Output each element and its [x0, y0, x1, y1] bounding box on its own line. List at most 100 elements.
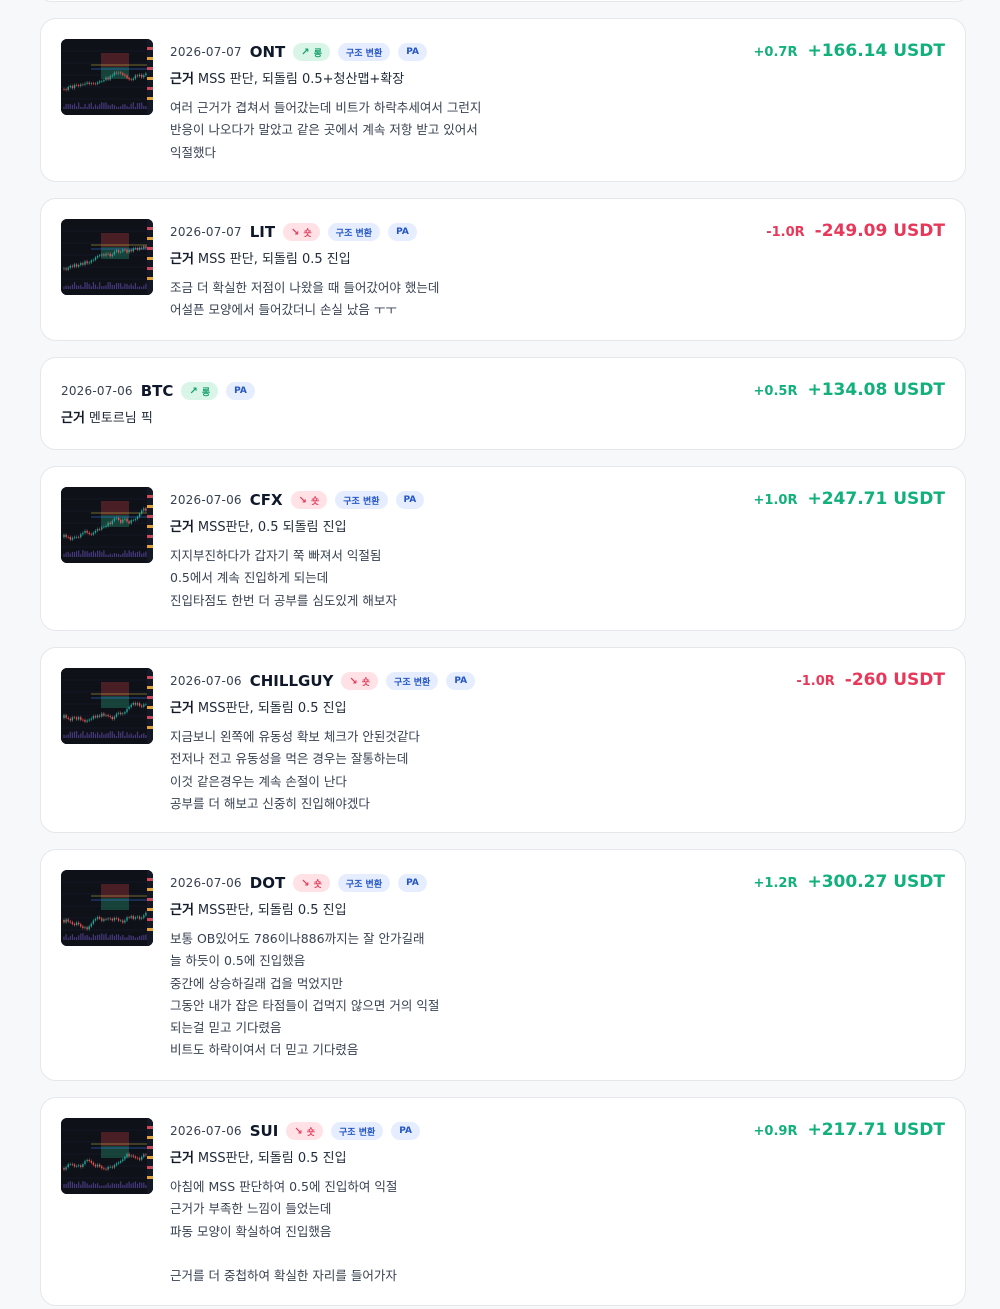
chart-thumbnail[interactable] — [61, 668, 153, 744]
note-line: 지지부진하다가 갑자기 쭉 빠져서 익절됨 — [170, 548, 382, 563]
pnl-amount: -249.09 USDT — [814, 221, 945, 241]
trend-down-icon: ↘ — [291, 226, 300, 238]
trade-result: -1.0R -260 USDT — [796, 670, 945, 690]
basis-text: MSS판단, 되돌림 0.5 진입 — [197, 903, 347, 918]
trade-symbol: SUI — [249, 1122, 279, 1140]
note-line: 아침에 MSS 판단하여 0.5에 진입하여 익절 — [170, 1179, 398, 1194]
trade-notes: 여러 근거가 겹쳐서 들어갔는데 비트가 하락추세여서 그런지반응이 나오다가 … — [170, 97, 945, 164]
trade-result: +1.0R +247.71 USDT — [754, 489, 945, 509]
trend-up-icon: ↗ — [301, 46, 310, 58]
direction-badge: ↗ 롱 — [293, 43, 330, 61]
note-line: 반응이 나오다가 말았고 같은 곳에서 계속 저항 받고 있어서 — [170, 122, 478, 138]
trade-symbol: LIT — [249, 223, 276, 241]
previous-trade-card — [40, 0, 968, 2]
pnl-amount: +300.27 USDT — [807, 872, 945, 892]
trade-symbol: DOT — [249, 874, 286, 892]
trade-symbol: CFX — [249, 491, 283, 509]
tag-badge: 구조 변환 — [337, 874, 391, 892]
trend-up-icon: ↗ — [189, 385, 198, 397]
tag-badge: PA — [391, 1122, 421, 1140]
trade-basis: 근거 MSS판단, 되돌림 0.5 진입 — [170, 699, 945, 719]
pnl-amount: +247.71 USDT — [807, 489, 945, 509]
r-multiple: +1.2R — [753, 876, 798, 891]
trade-notes: 아침에 MSS 판단하여 0.5에 진입하여 익절 근거가 부족한 느낌이 들었는… — [170, 1176, 945, 1287]
r-multiple: -1.0R — [796, 674, 835, 689]
chart-thumbnail[interactable] — [61, 870, 153, 946]
note-line: 늘 하듯이 0.5에 진입했음 — [170, 953, 306, 969]
chart-thumbnail[interactable] — [61, 219, 153, 295]
note-line: 진입타점도 한번 더 공부를 심도있게 해보자 — [170, 592, 397, 608]
trend-down-icon: ↘ — [298, 494, 307, 506]
direction-badge: ↘ 숏 — [341, 672, 379, 690]
basis-label: 근거 — [170, 72, 194, 87]
note-line: 파동 모양이 확실하여 진입했음 — [170, 1223, 332, 1239]
chart-thumbnail-image — [61, 487, 153, 563]
trade-content: 2026-07-06 SUI ↘ 숏 구조 변환 PA 근거 MSS판단, 되돌림 0.5 진… — [170, 1120, 945, 1287]
trade-symbol: CHILLGUY — [249, 672, 334, 690]
tag-badge: 구조 변환 — [386, 672, 439, 690]
trade-card[interactable]: 2026-07-06 CHILLGUY ↘ 숏 구조 변환 PA 근거 MSS판단, 되돌림 … — [40, 647, 966, 833]
chart-thumbnail[interactable] — [61, 487, 153, 563]
chart-thumbnail[interactable] — [61, 39, 153, 115]
trade-date: 2026-07-06 — [170, 674, 242, 688]
tag-badge: PA — [388, 223, 417, 241]
trade-content: 2026-07-06 CHILLGUY ↘ 숏 구조 변환 PA 근거 MSS판단, 되돌림 … — [170, 670, 945, 815]
tag-badge: PA — [398, 43, 427, 61]
tag-badge: 구조 변환 — [337, 43, 391, 61]
note-line: 중간에 상승하길래 겁을 먹었지만 — [170, 975, 343, 991]
direction-label: 숏 — [306, 1127, 315, 1138]
trade-basis: 근거 MSS 판단, 되돌림 0.5+청산맵+확장 — [170, 70, 945, 90]
tag-badge: PA — [226, 382, 255, 400]
r-multiple: +1.0R — [753, 493, 798, 508]
trade-basis: 근거 멘토르님 픽 — [61, 409, 945, 429]
trade-date: 2026-07-06 — [170, 876, 242, 890]
basis-text: MSS판단, 0.5 되돌림 진입 — [197, 520, 347, 535]
note-line: 어설픈 모양에서 들어갔더니 손실 났음 ㅜㅜ — [170, 302, 397, 318]
basis-label: 근거 — [170, 701, 194, 716]
trade-symbol: ONT — [249, 43, 286, 61]
r-multiple: +0.7R — [753, 45, 798, 60]
direction-badge: ↗ 롱 — [181, 382, 219, 400]
chart-thumbnail-image — [61, 668, 153, 744]
trade-basis: 근거 MSS판단, 0.5 되돌림 진입 — [170, 518, 945, 538]
trade-card[interactable]: 2026-07-06 BTC ↗ 롱 PA 근거 멘토르님 픽 +0.5R +134.08 US… — [40, 357, 966, 450]
chart-thumbnail-image — [61, 870, 153, 946]
direction-badge: ↘ 숏 — [283, 223, 320, 241]
trade-card[interactable]: 2026-07-07 LIT ↘ 숏 구조 변환 PA 근거 MSS 판단, 되돌림 0.5 … — [40, 198, 966, 341]
basis-text: MSS 판단, 되돌림 0.5+청산맵+확장 — [197, 72, 405, 87]
trade-card[interactable]: 2026-07-06 DOT ↘ 숏 구조 변환 PA 근거 MSS판단, 되돌림 0.5 진… — [40, 849, 966, 1081]
note-line: 여러 근거가 겹쳐서 들어갔는데 비트가 하락추세여서 그런지 — [170, 100, 482, 115]
r-multiple: +0.9R — [753, 1124, 798, 1139]
pnl-amount: +166.14 USDT — [807, 41, 945, 61]
note-line: 그동안 내가 잡은 타점들이 겁먹지 않으면 거의 익절 — [170, 997, 440, 1013]
basis-text: 멘토르님 픽 — [88, 411, 153, 426]
note-line: 전저나 전고 유동성을 먹은 경우는 잘통하는데 — [170, 751, 409, 767]
basis-label: 근거 — [61, 411, 85, 426]
trade-notes: 조금 더 확실한 저점이 나왔을 때 들어갔어야 했는데어설픈 모양에서 들어갔… — [170, 277, 945, 322]
trade-content: 2026-07-06 DOT ↘ 숏 구조 변환 PA 근거 MSS판단, 되돌림 0.5 진… — [170, 872, 945, 1062]
trade-notes: 지지부진하다가 갑자기 쭉 빠져서 익절됨 0.5에서 계속 진입하게 되는데 진입… — [170, 545, 945, 612]
chart-thumbnail[interactable] — [61, 1118, 153, 1194]
trade-card[interactable]: 2026-07-06 SUI ↘ 숏 구조 변환 PA 근거 MSS판단, 되돌림 0.5 진… — [40, 1097, 966, 1306]
trade-basis: 근거 MSS판단, 되돌림 0.5 진입 — [170, 1149, 945, 1169]
trade-notes: 보통 OB있어도 786이나886까지는 잘 안가길래 늘 하듯이 0.5에 진입… — [170, 928, 945, 1062]
direction-label: 숏 — [303, 228, 312, 239]
basis-text: MSS판단, 되돌림 0.5 진입 — [197, 701, 347, 716]
trade-card[interactable]: 2026-07-07 ONT ↗ 롱 구조 변환 PA 근거 MSS 판단, 되돌림 0.5+… — [40, 18, 966, 182]
basis-text: MSS 판단, 되돌림 0.5 진입 — [197, 252, 351, 267]
basis-text: MSS판단, 되돌림 0.5 진입 — [197, 1151, 347, 1166]
trade-result: +1.2R +300.27 USDT — [754, 872, 945, 892]
trade-card[interactable]: 2026-07-06 CFX ↘ 숏 구조 변환 PA 근거 MSS판단, 0.5 되돌림 진… — [40, 466, 966, 631]
direction-badge: ↘ 숏 — [286, 1122, 323, 1140]
note-line: 익절했다 — [170, 144, 217, 160]
note-line: 조금 더 확실한 저점이 나왔을 때 들어갔어야 했는데 — [170, 280, 440, 295]
trade-result: +0.9R +217.71 USDT — [754, 1120, 945, 1140]
tag-badge: 구조 변환 — [327, 223, 381, 241]
note-line: 되는걸 믿고 기다렸음 — [170, 1020, 282, 1036]
note-line: 지금보니 왼쪽에 유동성 확보 체크가 안된것같다 — [170, 729, 420, 744]
direction-badge: ↘ 숏 — [290, 491, 328, 509]
chart-thumbnail-image — [61, 1118, 153, 1194]
pnl-amount: +217.71 USDT — [807, 1120, 945, 1140]
tag-badge: PA — [446, 672, 476, 690]
direction-badge: ↘ 숏 — [293, 874, 330, 892]
